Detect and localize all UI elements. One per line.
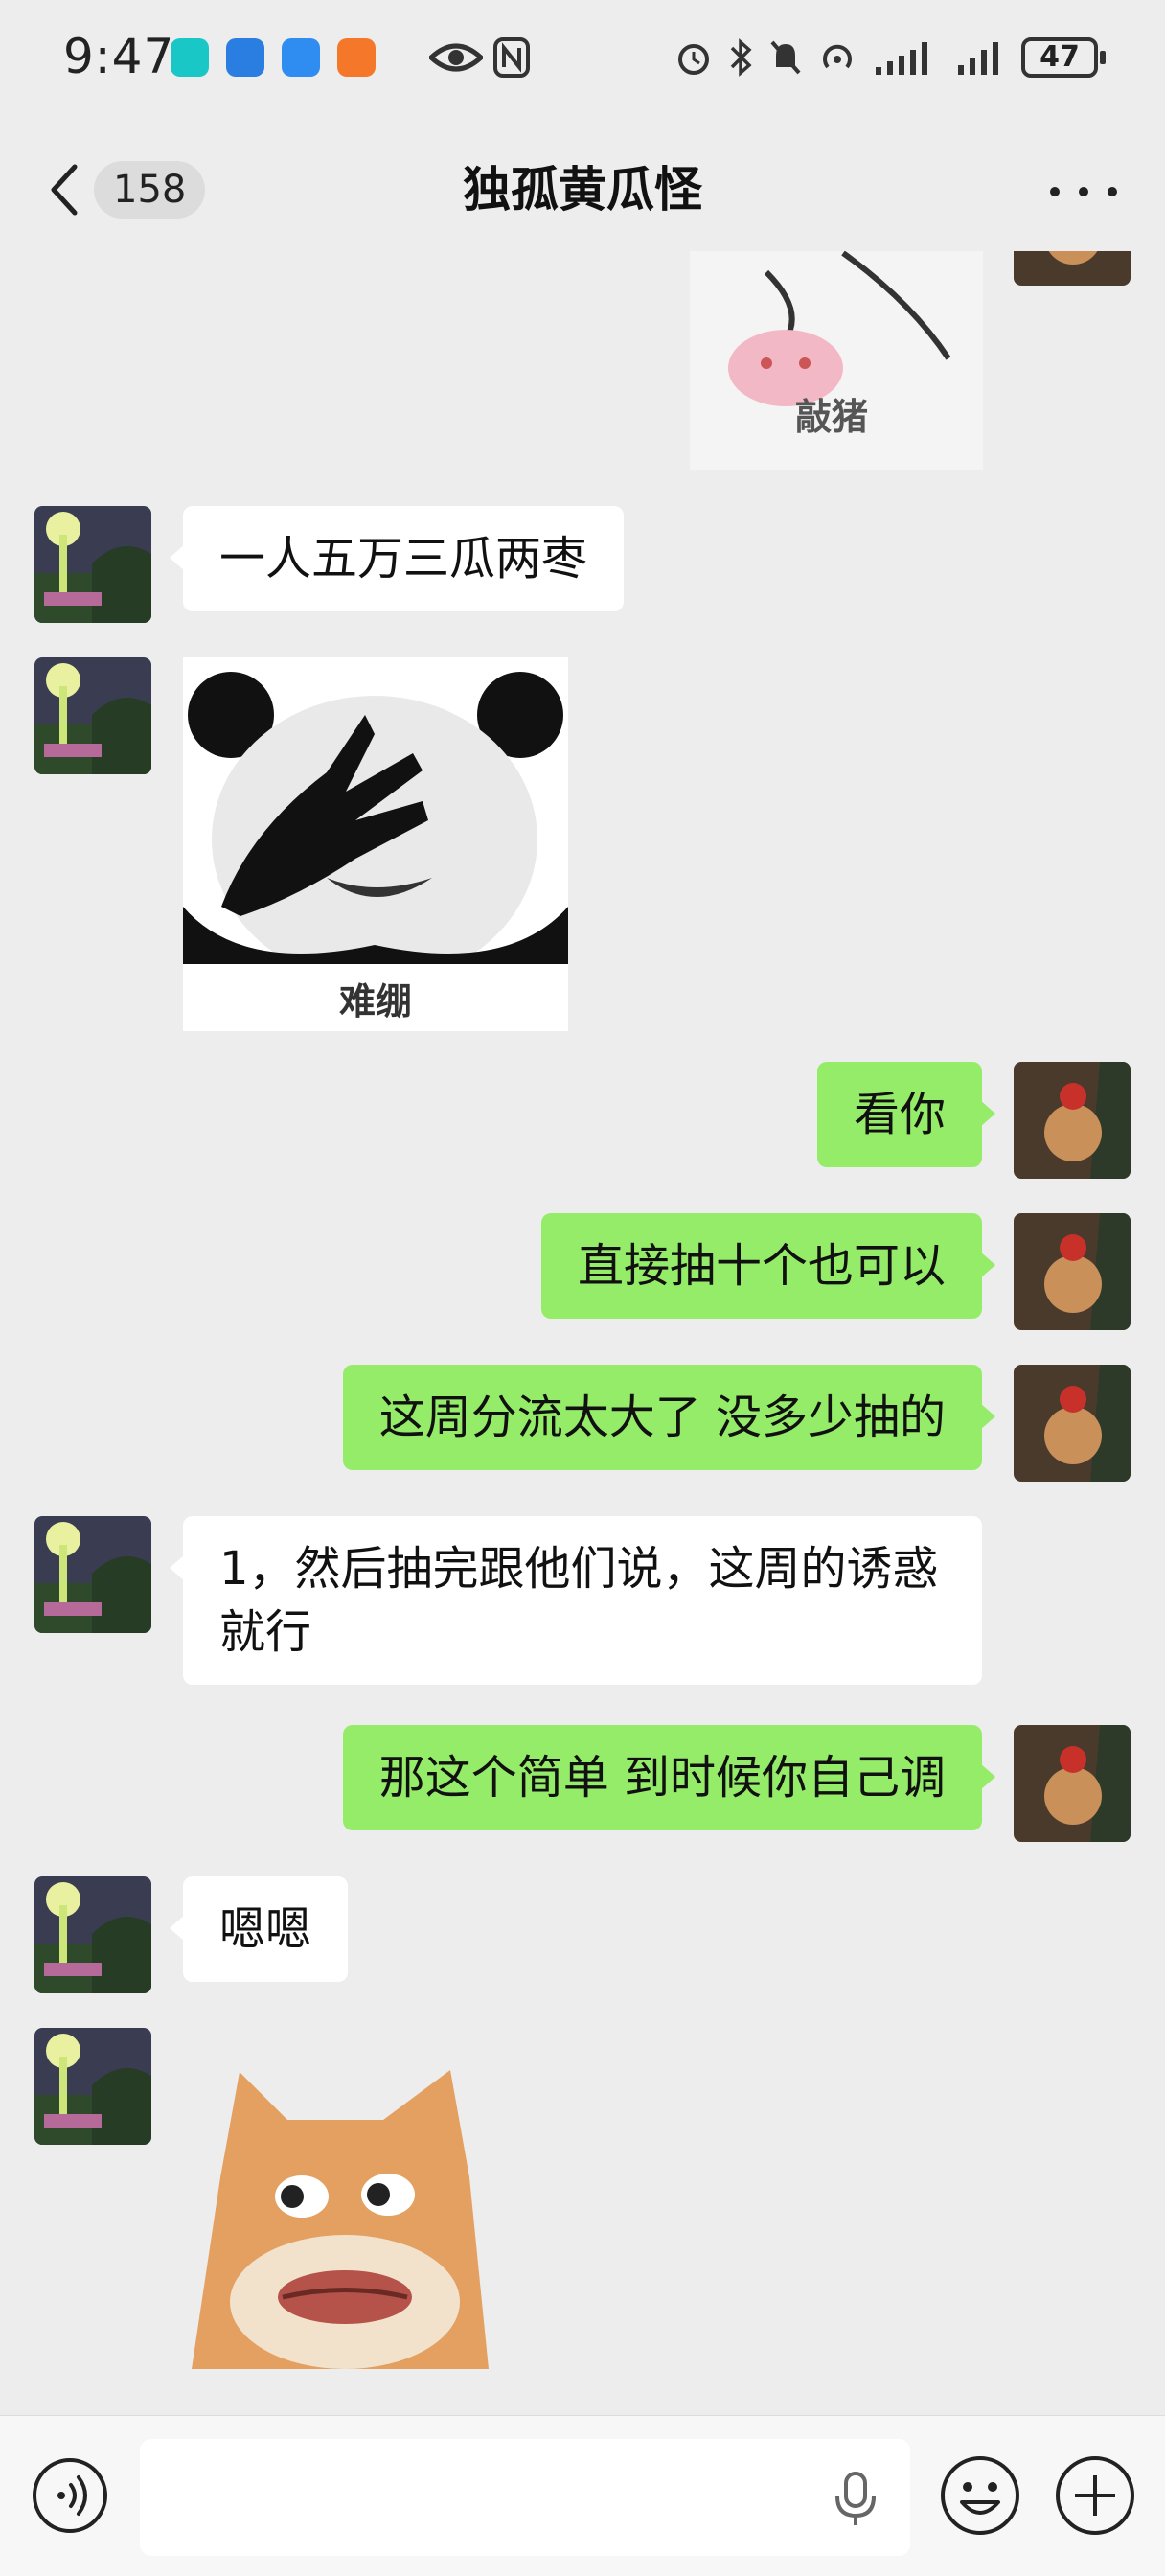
incoming-text-bubble[interactable]: 1，然后抽完跟他们说，这周的诱惑就行 [170,1516,982,1685]
dot-icon [1079,187,1088,196]
cat-face-sticker[interactable] [192,2062,498,2369]
incoming-text-bubble[interactable]: 一人五万三瓜两枣 [169,506,625,611]
my-avatar[interactable] [1014,1062,1131,1179]
bluetooth-icon [730,38,752,77]
pig-sticker[interactable]: 敲猪 [690,251,983,470]
message-list[interactable]: 敲猪 一人五万三瓜两枣 难绷 看你 直接抽十个也可以 这周分流太大了 没多少抽的 [0,251,1165,2415]
status-indicators: 47 [674,29,1106,86]
plus-icon[interactable] [1054,2454,1136,2537]
outgoing-text-bubble[interactable]: 直接抽十个也可以 [540,1213,996,1319]
eye-icon [429,43,483,72]
sticker-caption: 敲猪 [795,396,869,438]
message-input[interactable] [140,2439,910,2556]
chat-header: 158 独孤黄瓜怪 [0,125,1165,249]
contact-avatar[interactable] [34,506,151,623]
hotspot-icon [823,44,852,69]
contact-avatar[interactable] [34,1516,151,1633]
alarm-icon [678,44,709,75]
my-avatar[interactable] [1014,1725,1131,1842]
outgoing-text-bubble[interactable]: 这周分流太大了 没多少抽的 [342,1365,996,1470]
contact-avatar[interactable] [34,657,151,774]
my-avatar[interactable] [1014,1213,1131,1330]
sticker-caption: 难绷 [338,980,412,1023]
my-avatar[interactable] [1014,1365,1131,1482]
taobao-icon [337,38,376,77]
mic-icon[interactable] [832,2470,879,2527]
dot-icon [1050,187,1060,196]
status-time: 9:47 [63,29,175,84]
battery-indicator: 47 [1021,37,1106,78]
more-options-button[interactable] [1050,172,1117,211]
taptap-icon [171,38,209,77]
browser-icon [226,38,264,77]
weather-icon [282,38,320,77]
panda-sticker[interactable]: 难绷 [183,657,568,1031]
contact-avatar[interactable] [34,1876,151,1993]
signal-icon [876,42,927,75]
status-bar: 9:47 47 [0,0,1165,115]
mute-bell-icon [770,40,801,75]
outgoing-text-bubble[interactable]: 看你 [816,1062,996,1167]
contact-avatar[interactable] [34,2028,151,2145]
incoming-text-bubble[interactable]: 嗯嗯 [169,1876,349,1982]
signal-icon [958,42,998,75]
message-input-bar [0,2415,1165,2576]
emoji-icon[interactable] [939,2454,1021,2537]
my-avatar[interactable] [1014,251,1131,286]
dot-icon [1108,187,1117,196]
nfc-icon [493,37,530,78]
back-arrow-icon[interactable] [42,161,90,218]
unread-count-badge[interactable]: 158 [94,161,206,218]
voice-icon[interactable] [31,2456,109,2535]
panda-sticker-image [183,657,568,983]
outgoing-text-bubble[interactable]: 那这个简单 到时候你自己调 [342,1725,996,1830]
cat-face-sticker-image [192,2070,489,2369]
